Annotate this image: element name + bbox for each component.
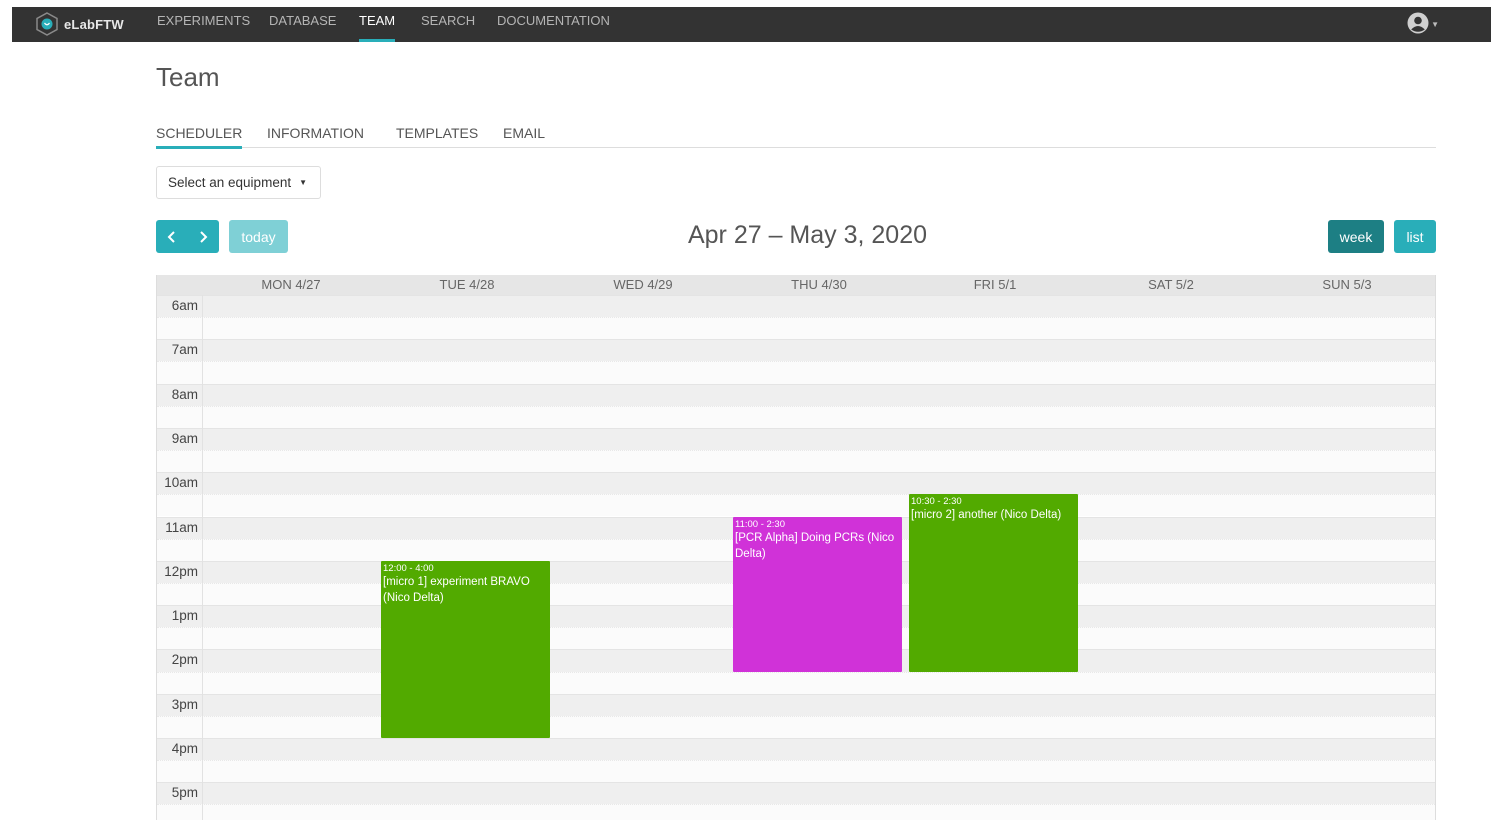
time-label: 2pm bbox=[171, 652, 198, 668]
hour-slot[interactable] bbox=[157, 295, 1435, 318]
calendar-event[interactable]: 11:00 - 2:30 [PCR Alpha] Doing PCRs (Nico… bbox=[733, 516, 902, 672]
time-label: 6am bbox=[171, 298, 198, 313]
time-label: 3pm bbox=[171, 696, 198, 712]
half-hour-slot[interactable] bbox=[157, 804, 1435, 820]
top-navbar: eLabFTW EXPERIMENTS DATABASE TEAM SEARCH… bbox=[12, 7, 1491, 42]
event-time: 12:00 - 4:00 bbox=[383, 562, 434, 574]
hour-slot[interactable] bbox=[157, 738, 1435, 761]
event-title: [micro 2] another (Nico Delta) bbox=[911, 509, 1062, 522]
week-calendar: MON 4/27 TUE 4/28 WED 4/29 THU 4/30 FRI 5/1 S… bbox=[156, 275, 1436, 820]
tab-information[interactable]: INFORMATION bbox=[267, 125, 364, 148]
time-label: 11am bbox=[165, 519, 198, 535]
event-time: 11:00 - 2:30 bbox=[735, 518, 786, 530]
caret-down-icon: ▼ bbox=[299, 178, 308, 187]
time-label: 1pm bbox=[171, 608, 198, 624]
half-hour-slot[interactable] bbox=[157, 361, 1435, 384]
day-header: SUN 5/3 bbox=[1322, 277, 1372, 292]
time-label: 5pm bbox=[171, 785, 198, 801]
day-header: SAT 5/2 bbox=[1148, 277, 1194, 292]
nav-search[interactable]: SEARCH bbox=[421, 7, 475, 42]
caret-down-icon: ▼ bbox=[1431, 19, 1439, 29]
page-title: Team bbox=[156, 62, 220, 92]
team-tabs: SCHEDULER INFORMATION TEMPLATES EMAIL bbox=[156, 125, 1436, 149]
brand-logo[interactable]: eLabFTW bbox=[36, 11, 124, 37]
half-hour-slot[interactable] bbox=[157, 671, 1435, 694]
day-header: WED 4/29 bbox=[613, 277, 673, 292]
user-menu[interactable]: ▼ bbox=[1407, 12, 1439, 34]
tab-scheduler[interactable]: SCHEDULER bbox=[156, 125, 243, 149]
nav-database[interactable]: DATABASE bbox=[269, 7, 336, 42]
half-hour-slot[interactable] bbox=[157, 715, 1435, 738]
hour-slot[interactable] bbox=[157, 383, 1435, 406]
tab-templates[interactable]: TEMPLATES bbox=[396, 125, 478, 148]
hour-slot[interactable] bbox=[157, 472, 1435, 495]
time-label: 4pm bbox=[171, 741, 198, 756]
equipment-select[interactable]: Select an equipment ▼ bbox=[156, 166, 321, 199]
half-hour-slot[interactable] bbox=[157, 450, 1435, 473]
event-title: [PCR Alpha] Doing PCRs (Nico Delta) bbox=[735, 531, 895, 560]
half-hour-slot[interactable] bbox=[157, 317, 1435, 340]
hour-slot[interactable] bbox=[157, 782, 1435, 805]
day-header: THU 4/30 bbox=[791, 277, 847, 292]
equipment-select-label: Select an equipment bbox=[168, 175, 292, 190]
day-header: TUE 4/28 bbox=[439, 277, 495, 292]
week-view-button[interactable]: week bbox=[1328, 220, 1384, 253]
list-view-button[interactable]: list bbox=[1394, 220, 1436, 253]
time-label: 9am bbox=[171, 430, 198, 446]
brand-name: eLabFTW bbox=[64, 16, 124, 32]
time-axis-divider bbox=[202, 295, 203, 820]
time-label: 10am bbox=[164, 475, 198, 491]
page: eLabFTW EXPERIMENTS DATABASE TEAM SEARCH… bbox=[12, 7, 1491, 820]
hour-slot[interactable] bbox=[157, 693, 1435, 716]
time-label: 12pm bbox=[164, 563, 198, 579]
calendar-event[interactable]: 10:30 - 2:30 [micro 2] another (Nico Delt… bbox=[909, 494, 1078, 672]
nav-team[interactable]: TEAM bbox=[359, 7, 396, 42]
half-hour-slot[interactable] bbox=[157, 405, 1435, 428]
elabftw-logo-icon bbox=[36, 12, 58, 36]
event-time: 10:30 - 2:30 bbox=[911, 496, 962, 508]
hour-slot[interactable] bbox=[157, 339, 1435, 362]
day-header-row: MON 4/27 TUE 4/28 WED 4/29 THU 4/30 FRI 5/1 S… bbox=[157, 275, 1435, 295]
user-circle-icon bbox=[1407, 12, 1429, 34]
nav-documentation[interactable]: DOCUMENTATION bbox=[497, 7, 610, 42]
half-hour-slot[interactable] bbox=[157, 494, 1435, 517]
hour-slot[interactable] bbox=[157, 427, 1435, 451]
tab-email[interactable]: EMAIL bbox=[503, 125, 545, 148]
day-header: MON 4/27 bbox=[261, 277, 321, 292]
time-label: 8am bbox=[171, 386, 198, 402]
nav-experiments[interactable]: EXPERIMENTS bbox=[157, 7, 250, 42]
time-label: 7am bbox=[171, 342, 198, 358]
day-header: FRI 5/1 bbox=[973, 277, 1017, 292]
calendar-event[interactable]: 12:00 - 4:00 [micro 1] experiment BRAVO (… bbox=[381, 560, 550, 738]
half-hour-slot[interactable] bbox=[157, 760, 1435, 783]
date-range-title: Apr 27 – May 3, 2020 bbox=[687, 221, 928, 249]
event-title: [micro 1] experiment BRAVO (Nico Delta) bbox=[383, 575, 530, 604]
